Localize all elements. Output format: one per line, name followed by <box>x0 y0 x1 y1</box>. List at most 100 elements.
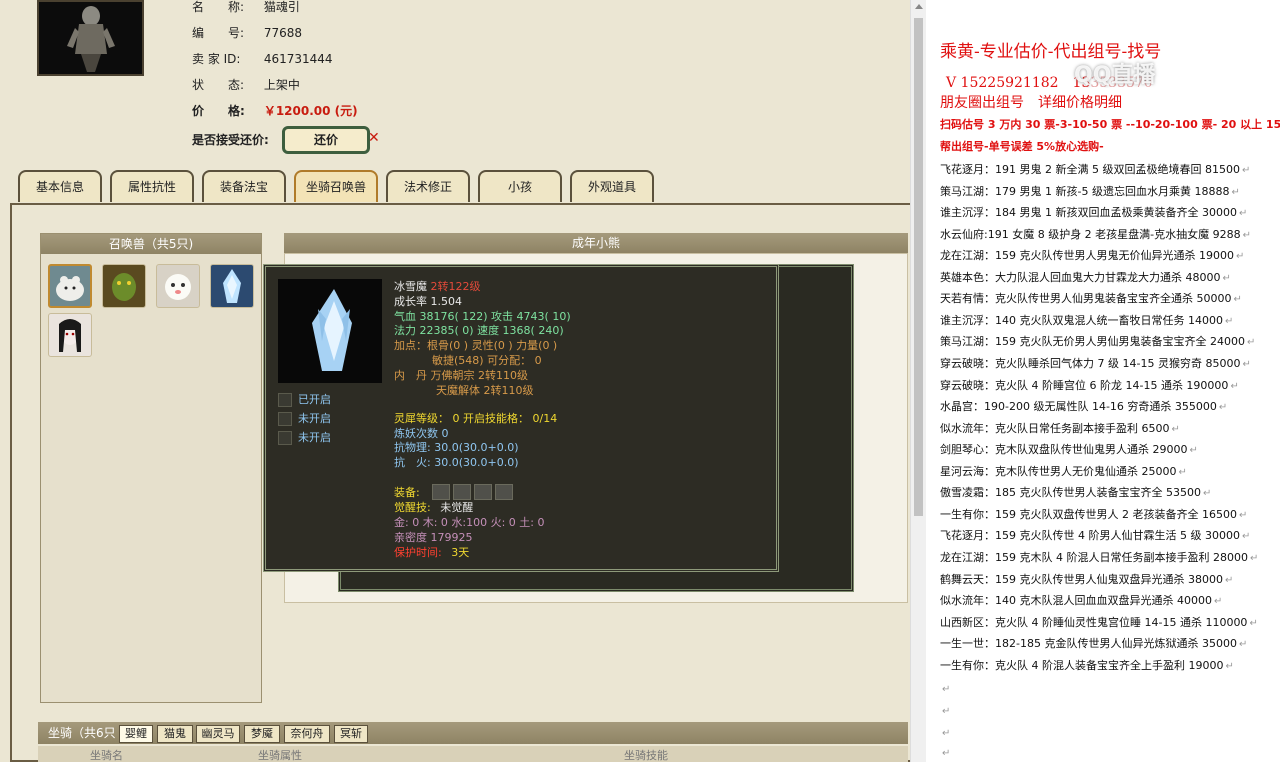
listing-row: 一生有你：159 克火队双盘传世男人 2 老孩装备齐全 16500 ↵ <box>940 507 1247 523</box>
refine-count: 炼妖次数 0 <box>394 427 449 440</box>
paragraph-mark: ↵ <box>1238 208 1248 220</box>
tab-appearance[interactable]: 外观道具 <box>570 170 654 202</box>
listing-row: 飞花逐月：191 男鬼 2 新全满 5 级双回孟极绝境春回 81500 ↵ <box>940 162 1250 178</box>
summon-icon-green-demon[interactable] <box>102 264 146 308</box>
scroll-thumb[interactable] <box>914 18 923 516</box>
listing-text: 星河云海：克木队传世男人无价鬼仙通杀 25000 <box>940 464 1177 478</box>
slot-box-icon <box>278 393 292 407</box>
scroll-up-icon[interactable] <box>915 4 923 9</box>
listing-text: 龙在江湖：159 克木队 4 阶混人日常任务副本接手盈利 28000 <box>940 550 1248 564</box>
paragraph-mark: ↵ <box>1225 660 1234 672</box>
paragraph-mark: ↵ <box>1231 186 1240 198</box>
protect-label: 保护时间: <box>394 546 442 559</box>
summon-icon-ice-demon[interactable] <box>210 264 254 308</box>
mount-tab-1[interactable]: 婴鲤 <box>119 725 153 743</box>
mount-tab-6[interactable]: 冥斩 <box>334 725 368 743</box>
mount-label: 坐骑（共6只 <box>48 726 116 740</box>
paragraph-mark: ↵ <box>1238 639 1248 651</box>
listing-row: 一生有你：克火队 4 阶混人装备宝宝齐全上手盈利 19000 ↵ <box>940 658 1234 674</box>
price-value: ￥1200.00 (元) <box>263 104 358 118</box>
summon-detail-header: 成年小熊 <box>284 233 908 253</box>
game-window: 名 称: 猫魂引 编 号: 77688 卖 家 ID: 461731444 状 … <box>0 0 910 762</box>
intimacy: 亲密度 179925 <box>394 531 473 544</box>
mount-tab-2[interactable]: 猫鬼 <box>157 725 193 743</box>
listing-row: 飞花逐月：159 克火队传世 4 阶男人仙甘霖生活 5 级 30000 ↵ <box>940 528 1250 544</box>
listing-row: 龙在江湖：159 克火队传世男人男鬼无价仙异光通杀 19000 ↵ <box>940 248 1244 264</box>
listing-row: 傲雪凌霜：185 克火队传世男人装备宝宝齐全 53500 ↵ <box>940 485 1211 501</box>
doc-line4: 帮出组号-单号误差 5%放心选购- <box>940 140 1104 153</box>
seller-id-row: 卖 家 ID: 461731444 <box>192 49 333 69</box>
col-mount-skill: 坐骑技能 <box>624 749 668 762</box>
summon-icon-white-spirit[interactable] <box>156 264 200 308</box>
summon-tooltip: 冰雪魔 2转122级 成长率 1.504 气血 38176( 122) 攻击 4… <box>263 264 779 572</box>
listing-text: 谁主沉浮：140 克火队双鬼混人统一畜牧日常任务 14000 <box>940 313 1223 327</box>
item-id: 77688 <box>263 26 303 40</box>
summon-icon-polar-bear[interactable] <box>48 264 92 308</box>
listing-row: 策马江湖：159 克火队无价男人男仙男鬼装备宝宝齐全 24000 ↵ <box>940 334 1255 350</box>
points-line-2: 敏捷(548) 可分配： 0 <box>432 354 542 367</box>
equip-slot-4[interactable] <box>495 484 513 500</box>
mp-speed: 法力 22385( 0) 速度 1368( 240) <box>394 324 564 337</box>
paragraph-mark: ↵ <box>1222 272 1231 284</box>
paragraph-mark: ↵ <box>1246 337 1256 349</box>
counter-offer-button[interactable]: 还价 <box>282 126 370 154</box>
paragraph-mark: ↵ <box>1235 251 1245 263</box>
close-icon[interactable]: ✕ <box>368 130 380 146</box>
protect-value: 3天 <box>451 546 470 559</box>
mount-tab-3[interactable]: 幽灵马 <box>196 725 240 743</box>
col-mount-name: 坐骑名 <box>90 749 123 762</box>
equip-slot-1[interactable] <box>432 484 450 500</box>
hp-attack: 气血 38176( 122) 攻击 4743( 10) <box>394 310 571 323</box>
watermark: QQ直播 <box>1074 63 1156 88</box>
paragraph-mark: ↵ <box>1241 531 1251 543</box>
listing-row: 水晶宫：190-200 级无属性队 14-16 穷奇通杀 355000 ↵ <box>940 399 1227 415</box>
tab-spell-correction[interactable]: 法术修正 <box>386 170 470 202</box>
listing-row: 鹤舞云天：159 克火队传世男人仙鬼双盘异光通杀 38000 ↵ <box>940 572 1233 588</box>
status-label: 状 态: <box>192 78 245 92</box>
vertical-scrollbar[interactable] <box>910 0 926 762</box>
tab-attributes[interactable]: 属性抗性 <box>110 170 194 202</box>
listing-text: 山西新区：克火队 4 阶睡仙灵性鬼宫位睡 14-15 通杀 110000 <box>940 615 1248 629</box>
item-name-row: 名 称: 猫魂引 <box>192 0 300 17</box>
summon-icon-fox-maiden[interactable] <box>48 313 92 357</box>
listing-row: 龙在江湖：159 克木队 4 阶混人日常任务副本接手盈利 28000 ↵ <box>940 550 1258 566</box>
slot-closed-2: 未开启 <box>278 430 331 446</box>
listing-row: 一生一世：182-185 克金队传世男人仙异光炼狱通杀 35000 ↵ <box>940 636 1247 652</box>
listing-row: 策马江湖：179 男鬼 1 新孩-5 级遗忘回血水月乘黄 18888 ↵ <box>940 184 1240 200</box>
mount-tab-5[interactable]: 奈何舟 <box>284 725 330 743</box>
listing-text: 谁主沉浮：184 男鬼 1 新孩双回血孟极乘黄装备齐全 30000 <box>940 206 1237 220</box>
listing-row: 谁主沉浮：184 男鬼 1 新孩双回血孟极乘黄装备齐全 30000 ↵ <box>940 205 1247 221</box>
tab-children[interactable]: 小孩 <box>478 170 562 202</box>
item-name: 猫魂引 <box>263 0 300 14</box>
doc-contact-text: V 15225921182 13 <box>946 75 1091 91</box>
tab-basic-info[interactable]: 基本信息 <box>18 170 102 202</box>
listing-text: 飞花逐月：159 克火队传世 4 阶男人仙甘霖生活 5 级 30000 <box>940 529 1240 543</box>
paragraph-mark: ↵ <box>1224 315 1234 327</box>
slot-box-icon <box>278 431 292 445</box>
inner-core-2: 天魔解体 2转110级 <box>436 384 534 397</box>
paragraph-mark: ↵ <box>1242 359 1251 370</box>
listing-text: 一生有你：克火队 4 阶混人装备宝宝齐全上手盈利 19000 <box>940 658 1224 672</box>
status-row: 状 态: 上架中 <box>192 75 300 95</box>
doc-line2: 朋友圈出组号 详细价格明细 <box>940 95 1122 111</box>
tab-mounts-summons[interactable]: 坐骑召唤兽 <box>294 170 378 202</box>
awaken-row: 觉醒技: 未觉醒 <box>394 500 473 515</box>
equip-slot-2[interactable] <box>453 484 471 500</box>
tab-equipment[interactable]: 装备法宝 <box>202 170 286 202</box>
mount-tab-4[interactable]: 梦魇 <box>244 725 280 743</box>
lingxi-level: 灵犀等级： 0 开启技能格： 0/14 <box>394 412 558 425</box>
mount-column-header <box>38 746 908 762</box>
paragraph-mark: ↵ <box>1238 509 1248 521</box>
listing-text: 水晶宫：190-200 级无属性队 14-16 穷奇通杀 355000 <box>940 400 1217 414</box>
ice-demon-portrait <box>278 279 382 383</box>
equip-slot-3[interactable] <box>474 484 492 500</box>
listing-text: 水云仙府:191 女魔 8 级护身 2 老孩星盘满-克水抽女魔 9288 <box>940 227 1241 241</box>
listing-text: 英雄本色：大力队混人回血鬼大力甘霖龙大力通杀 48000 <box>940 270 1221 284</box>
slot-open: 已开启 <box>278 392 331 408</box>
summon-level: 2转122级 <box>430 280 481 293</box>
paragraph-mark: ↵ <box>1202 488 1212 500</box>
listing-row: 似水流年：140 克木队混人回血血双盘异光通杀 40000 ↵ <box>940 593 1222 609</box>
item-name-label: 名 称: <box>192 0 245 14</box>
tooltip-title: 冰雪魔 2转122级 <box>394 279 481 294</box>
resist-fire: 抗 火: 30.0(30.0+0.0) <box>394 456 519 469</box>
